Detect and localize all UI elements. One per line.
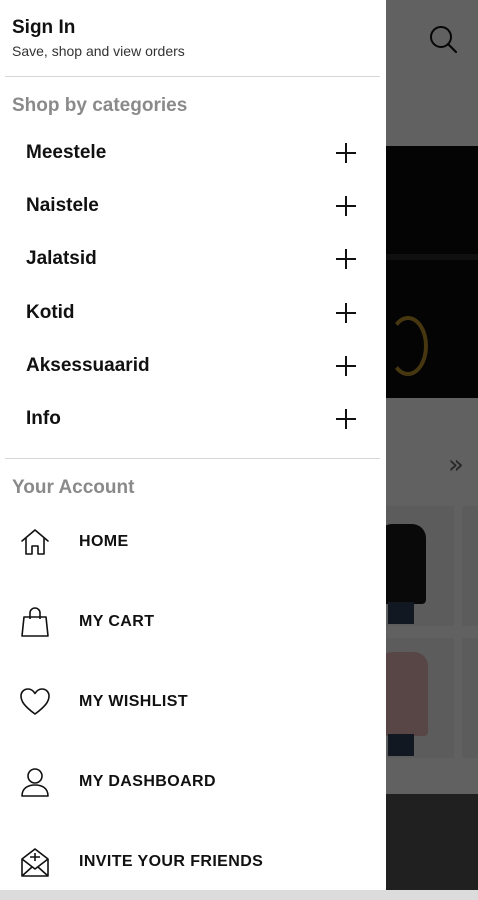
account-title: Your Account bbox=[12, 477, 135, 498]
account-item-label: MY CART bbox=[79, 613, 155, 630]
categories-title: Shop by categories bbox=[12, 95, 188, 116]
category-list: Meestele Naistele Jalatsid Kotid Aksessu… bbox=[0, 126, 386, 446]
navigation-drawer: Sign In Save, shop and view orders Shop … bbox=[0, 0, 386, 890]
plus-icon[interactable] bbox=[336, 302, 356, 323]
account-item-label: MY WISHLIST bbox=[79, 693, 188, 710]
category-item-jalatsid[interactable]: Jalatsid bbox=[0, 233, 386, 286]
user-icon bbox=[18, 765, 52, 799]
account-item-cart[interactable]: MY CART bbox=[0, 582, 386, 662]
plus-icon[interactable] bbox=[336, 142, 356, 163]
category-item-aksessuaarid[interactable]: Aksessuaarid bbox=[0, 339, 386, 392]
plus-icon[interactable] bbox=[336, 249, 356, 270]
account-item-label: INVITE YOUR FRIENDS bbox=[79, 853, 264, 870]
account-item-label: MY DASHBOARD bbox=[79, 773, 216, 790]
category-label: Info bbox=[26, 408, 61, 430]
sign-in-header[interactable]: Sign In Save, shop and view orders bbox=[12, 16, 185, 61]
account-item-invite[interactable]: INVITE YOUR FRIENDS bbox=[0, 822, 386, 890]
divider bbox=[5, 76, 380, 77]
home-icon bbox=[18, 525, 52, 559]
sign-in-title[interactable]: Sign In bbox=[12, 16, 185, 40]
category-item-meestele[interactable]: Meestele bbox=[0, 126, 386, 179]
invite-mail-icon bbox=[18, 845, 52, 879]
category-label: Meestele bbox=[26, 141, 107, 163]
category-label: Kotid bbox=[26, 301, 75, 323]
account-item-home[interactable]: HOME bbox=[0, 502, 386, 582]
account-list: HOME MY CART MY WISHLIST MY DASHBOARD IN… bbox=[0, 502, 386, 890]
plus-icon[interactable] bbox=[336, 355, 356, 376]
shopping-bag-icon bbox=[18, 605, 52, 639]
category-item-kotid[interactable]: Kotid bbox=[0, 286, 386, 339]
category-label: Naistele bbox=[26, 194, 99, 216]
category-item-info[interactable]: Info bbox=[0, 392, 386, 445]
plus-icon[interactable] bbox=[336, 409, 356, 430]
system-navigation-bar bbox=[0, 890, 478, 900]
category-item-naistele[interactable]: Naistele bbox=[0, 179, 386, 232]
divider bbox=[5, 458, 380, 459]
category-label: Aksessuaarid bbox=[26, 354, 150, 376]
category-label: Jalatsid bbox=[26, 248, 97, 270]
account-item-dashboard[interactable]: MY DASHBOARD bbox=[0, 742, 386, 822]
plus-icon[interactable] bbox=[336, 195, 356, 216]
account-item-wishlist[interactable]: MY WISHLIST bbox=[0, 662, 386, 742]
account-item-label: HOME bbox=[79, 533, 129, 550]
heart-icon bbox=[18, 685, 52, 719]
sign-in-subtitle: Save, shop and view orders bbox=[12, 43, 185, 59]
